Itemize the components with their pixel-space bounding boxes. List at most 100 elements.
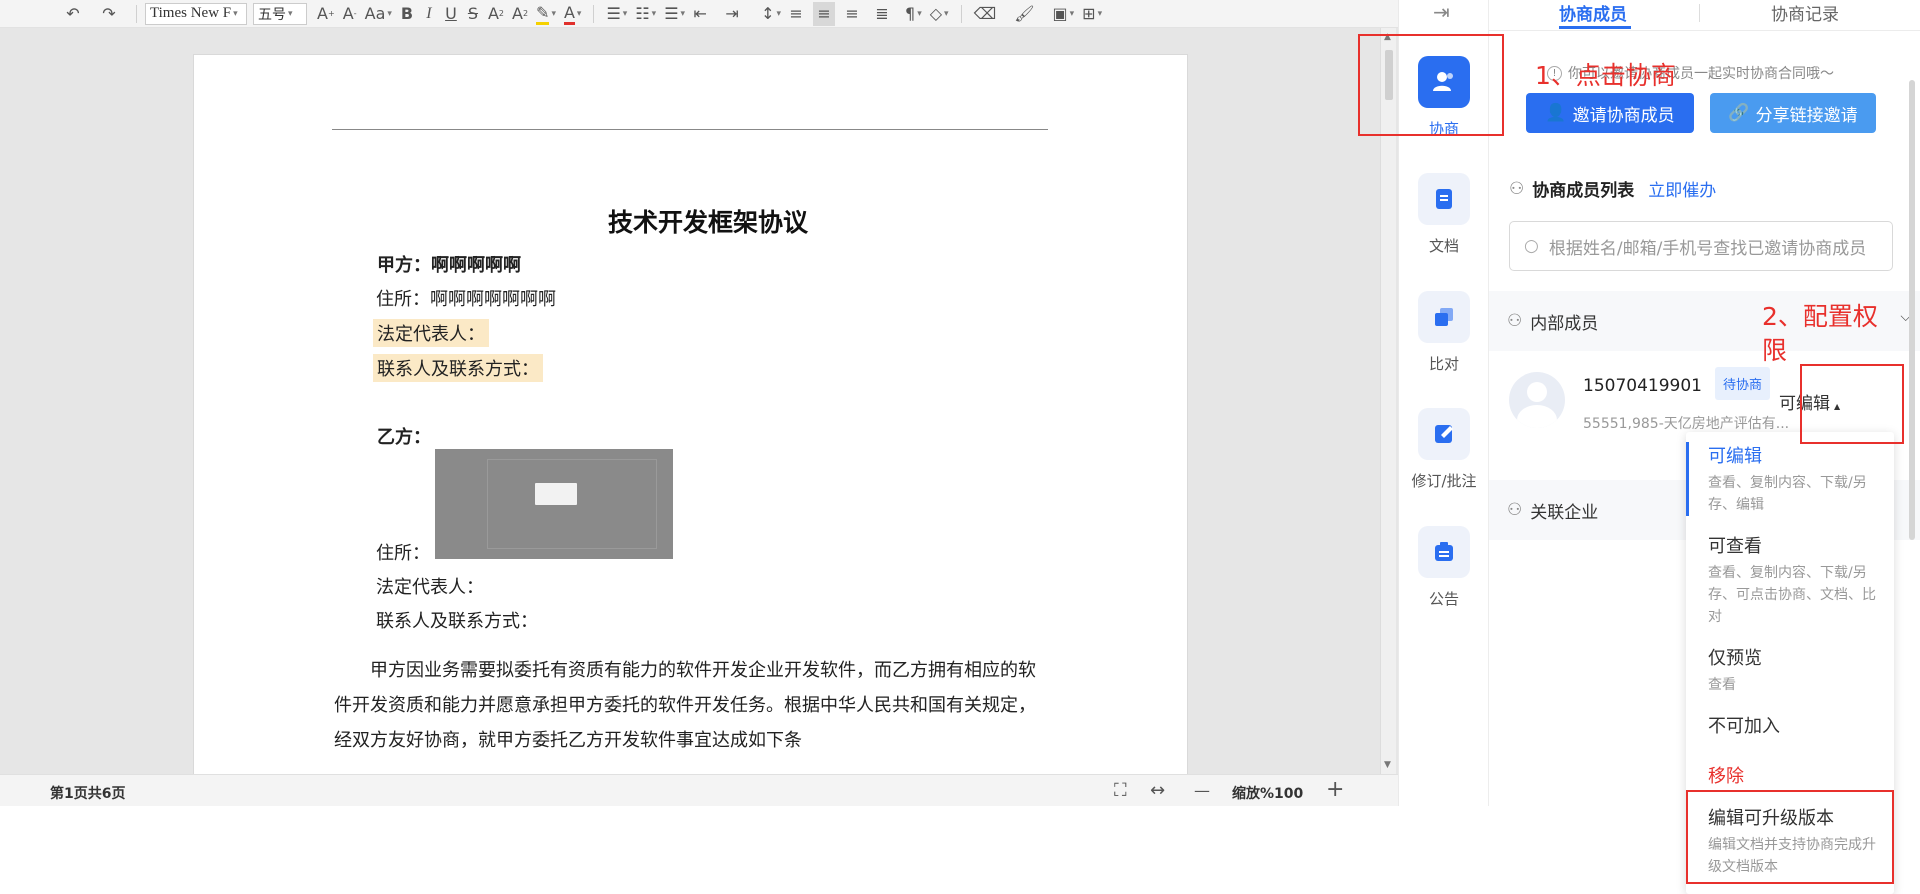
editor-toolbar: ↶ ↷ Times New F ▾ 五号 ▾ A + A- Aa ▾ B I U S A… <box>0 0 1398 28</box>
tab-divider <box>1699 4 1700 22</box>
scroll-down-icon[interactable]: ▼ <box>1384 760 1391 770</box>
invite-member-button[interactable]: 👤 邀请协商成员 <box>1526 93 1694 133</box>
nav-item-announcement[interactable]: 公告 <box>1399 526 1489 609</box>
avatar <box>1509 372 1565 428</box>
subscript-icon[interactable]: A2 <box>508 2 532 26</box>
nav-label: 修订/批注 <box>1411 472 1477 490</box>
embedded-screenshot-image[interactable] <box>435 449 673 559</box>
option-desc: 查看 <box>1708 677 1736 693</box>
embedded-panel-shape <box>487 459 657 549</box>
option-title: 移除 <box>1708 766 1744 787</box>
change-case-icon[interactable]: Aa ▾ <box>361 2 396 26</box>
bold-icon[interactable]: B <box>396 2 418 26</box>
header-rule <box>332 129 1048 130</box>
decrease-indent-icon[interactable]: ⇤ <box>689 2 711 26</box>
member-name: 15070419901 <box>1583 376 1702 396</box>
share-link-button[interactable]: 🔗 分享链接邀请 <box>1710 93 1876 133</box>
annotation-box-permission <box>1800 364 1904 444</box>
fit-width-icon[interactable]: ↔ <box>1150 780 1165 801</box>
search-icon: ○ <box>1524 236 1539 256</box>
insert-image-icon[interactable]: ▣ ▾ <box>1049 2 1079 26</box>
permission-option-preview-only[interactable]: 仅预览 查看 <box>1686 644 1894 696</box>
invite-button-label: 邀请协商成员 <box>1572 105 1675 126</box>
fit-page-icon[interactable]: ⛶ <box>1114 780 1127 801</box>
panel-scrollbar[interactable] <box>1909 80 1915 540</box>
toolbar-divider <box>593 4 595 23</box>
option-title: 不可加入 <box>1708 716 1780 737</box>
users-outline-icon: ⚇ <box>1509 178 1525 199</box>
align-left-icon[interactable]: ≡ <box>785 2 807 26</box>
body-paragraph: 甲方因业务需要拟委托有资质有能力的软件开发企业开发软件，而乙方拥有相应的软件开发… <box>334 660 1036 751</box>
zoom-level: 缩放%100 <box>1232 786 1304 802</box>
eraser-icon[interactable]: ⌫ <box>970 2 1001 26</box>
vertical-scrollbar[interactable]: ▲ ▼ <box>1380 28 1396 774</box>
font-color-icon[interactable]: A ▾ <box>560 2 585 26</box>
annotation-step1: 1、点击协商 <box>1535 61 1676 90</box>
party-a-legal-rep: 法定代表人： <box>373 319 489 347</box>
numbered-list-icon[interactable]: ☷ ▾ <box>631 2 660 26</box>
document-canvas: 技术开发框架协议 甲方：啊啊啊啊啊 住所：啊啊啊啊啊啊啊 法定代表人： 联系人及… <box>0 28 1398 774</box>
tab-active-underline <box>1559 26 1631 29</box>
document-page[interactable]: 技术开发框架协议 甲方：啊啊啊啊啊 住所：啊啊啊啊啊啊啊 法定代表人： 联系人及… <box>193 54 1188 774</box>
party-b-address: 住所： <box>376 543 430 563</box>
internal-members-label: 内部成员 <box>1530 313 1599 334</box>
superscript-icon[interactable]: A2 <box>484 2 508 26</box>
document-title: 技术开发框架协议 <box>608 208 809 237</box>
font-family-select[interactable]: Times New F ▾ <box>145 2 247 25</box>
italic-icon[interactable]: I <box>418 2 440 26</box>
format-painter-icon[interactable]: 🖌 <box>1010 2 1038 26</box>
strikethrough-icon[interactable]: S <box>462 2 484 26</box>
multilevel-list-icon[interactable]: ☰ ▾ <box>660 2 689 26</box>
shrink-font-icon[interactable]: A- <box>339 2 361 26</box>
nav-item-revise[interactable]: 修订/批注 <box>1399 408 1489 491</box>
highlight-icon[interactable]: ✎ ▾ <box>532 2 560 26</box>
paragraph-mark-icon[interactable]: ¶ ▾ <box>901 2 926 26</box>
member-list-header: ⚇ 协商成员列表 立即催办 <box>1509 176 1716 202</box>
member-org: 55551,985-天亿房地产评估有... <box>1583 416 1790 432</box>
status-badge: 待协商 <box>1715 367 1771 400</box>
increase-indent-icon[interactable]: ⇥ <box>721 2 743 26</box>
permission-option-editable[interactable]: 可编辑 查看、复制内容、下载/另存、编辑 <box>1686 442 1894 516</box>
nav-label: 文档 <box>1428 237 1459 255</box>
announcement-icon <box>1418 526 1470 578</box>
party-b-legal-rep: 法定代表人： <box>376 577 484 597</box>
underline-icon[interactable]: U <box>440 2 462 26</box>
insert-table-icon[interactable]: ⊞ ▾ <box>1078 2 1106 26</box>
avatar-body <box>1517 405 1557 428</box>
nav-label: 比对 <box>1428 355 1459 373</box>
party-a-address: 住所：啊啊啊啊啊啊啊 <box>376 289 556 309</box>
justify-icon[interactable]: ≣ <box>871 2 893 26</box>
redo-icon[interactable]: ↷ <box>98 2 120 26</box>
nav-item-document[interactable]: 文档 <box>1399 173 1489 256</box>
page-info: 第1页共6页 <box>50 786 126 802</box>
related-companies-label: 关联企业 <box>1530 502 1599 523</box>
search-placeholder: 根据姓名/邮箱/手机号查找已邀请协商成员 <box>1548 238 1867 259</box>
option-title: 仅预览 <box>1708 648 1762 669</box>
tab-members[interactable]: 协商成员 <box>1559 0 1631 30</box>
font-size-select[interactable]: 五号 ▾ <box>253 2 307 25</box>
tab-records[interactable]: 协商记录 <box>1771 0 1839 30</box>
urge-link[interactable]: 立即催办 <box>1648 176 1716 201</box>
option-title: 可查看 <box>1708 536 1762 557</box>
party-a-label: 甲方：啊啊啊啊啊 <box>377 255 521 275</box>
align-right-icon[interactable]: ≡ <box>841 2 863 26</box>
grow-font-icon[interactable]: A + <box>313 2 339 26</box>
document-icon <box>1418 173 1470 225</box>
line-spacing-icon[interactable]: ↕ ▾ <box>757 2 785 26</box>
zoom-in-button[interactable]: + <box>1326 777 1344 802</box>
toolbar-divider <box>960 4 962 23</box>
undo-icon[interactable]: ↶ <box>62 2 84 26</box>
permission-option-viewable[interactable]: 可查看 查看、复制内容、下载/另存、可点击协商、文档、比对 <box>1686 532 1894 628</box>
member-search-input[interactable]: ○ 根据姓名/邮箱/手机号查找已邀请协商成员 <box>1509 221 1893 271</box>
option-title: 可编辑 <box>1708 446 1762 467</box>
align-center-icon[interactable]: ≡ <box>813 1 836 26</box>
permission-option-remove[interactable]: 移除 <box>1686 762 1894 788</box>
annotation-box-upgrade <box>1686 790 1894 884</box>
zoom-out-button[interactable]: — <box>1194 781 1210 800</box>
collapse-panel-icon[interactable]: ⇥ <box>1433 0 1450 24</box>
clear-format-icon[interactable]: ◇ ▾ <box>926 2 953 26</box>
bullet-list-icon[interactable]: ☰ ▾ <box>602 2 631 26</box>
nav-item-compare[interactable]: 比对 <box>1399 291 1489 374</box>
permission-option-cannot-join[interactable]: 不可加入 <box>1686 712 1894 738</box>
compare-icon <box>1418 291 1470 343</box>
